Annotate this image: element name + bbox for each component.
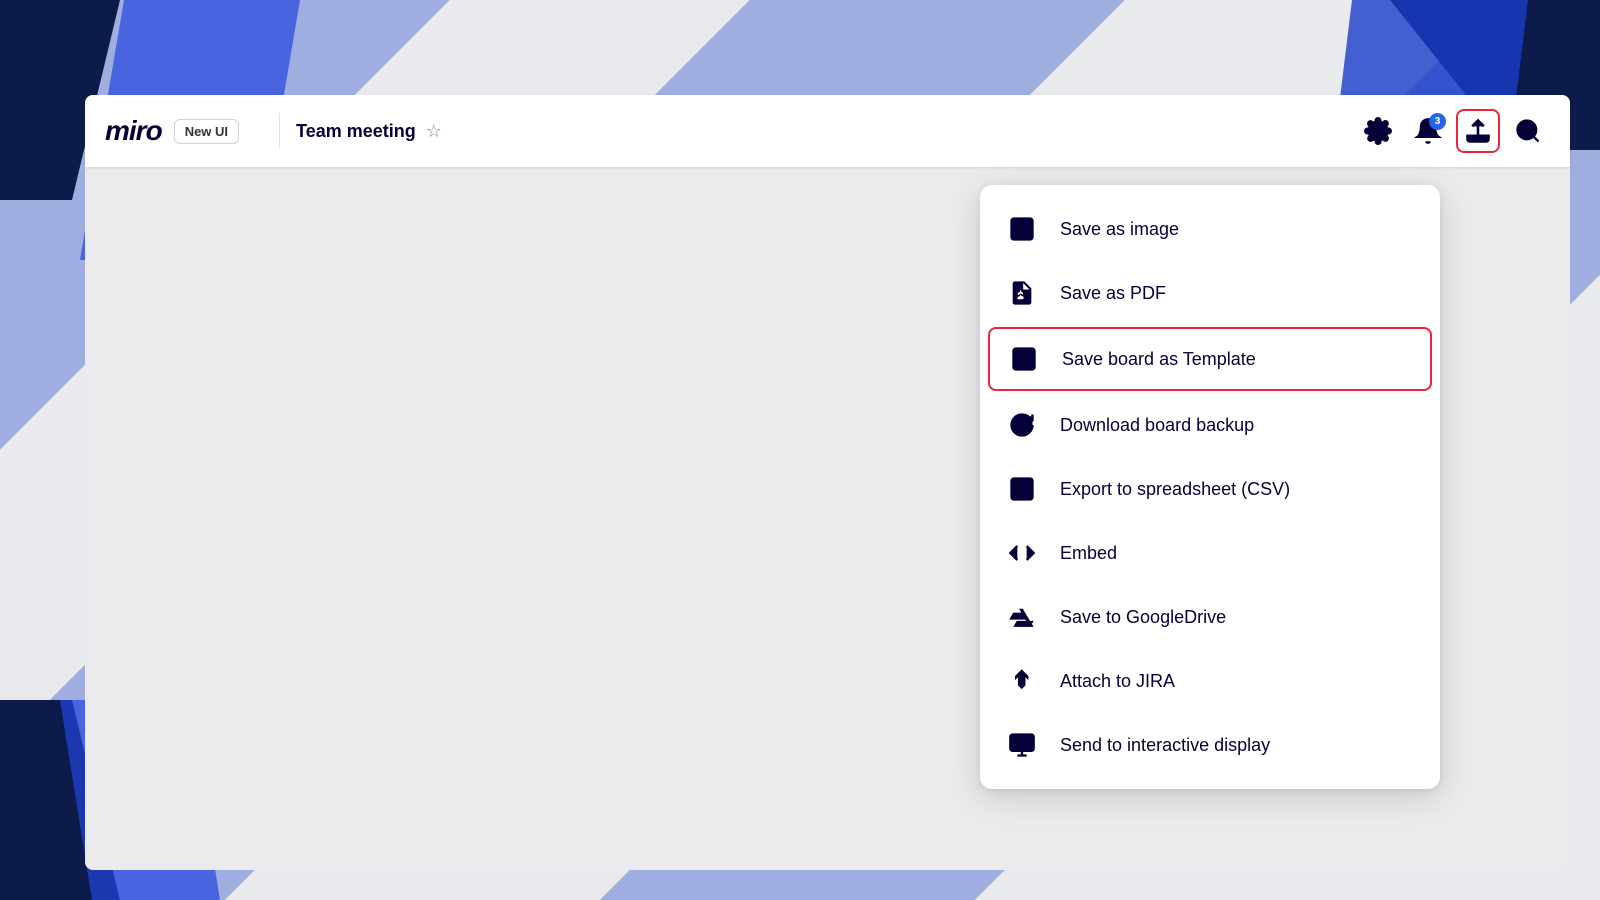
- menu-item-save-image[interactable]: Save as image: [980, 197, 1440, 261]
- menu-item-attach-jira[interactable]: Attach to JIRA: [980, 649, 1440, 713]
- settings-button[interactable]: [1356, 109, 1400, 153]
- miro-logo: miro: [105, 115, 162, 147]
- display-icon: [1004, 727, 1040, 763]
- topbar-icons: 3: [1356, 109, 1550, 153]
- menu-item-embed[interactable]: Embed: [980, 521, 1440, 585]
- menu-label-attach-jira: Attach to JIRA: [1060, 671, 1175, 692]
- export-button[interactable]: [1456, 109, 1500, 153]
- spreadsheet-icon: [1004, 471, 1040, 507]
- notification-badge: 3: [1429, 113, 1446, 130]
- menu-label-download-backup: Download board backup: [1060, 415, 1254, 436]
- jira-icon: [1004, 663, 1040, 699]
- board-title: Team meeting: [296, 121, 416, 142]
- pdf-icon: [1004, 275, 1040, 311]
- topbar: miro New UI Team meeting ☆ 3: [85, 95, 1570, 167]
- search-icon: [1514, 117, 1542, 145]
- menu-item-save-template[interactable]: Save board as Template: [988, 327, 1432, 391]
- menu-item-save-pdf[interactable]: Save as PDF: [980, 261, 1440, 325]
- export-dropdown: Save as image Save as PDF Save board as …: [980, 185, 1440, 789]
- menu-label-export-csv: Export to spreadsheet (CSV): [1060, 479, 1290, 500]
- logo-area: miro New UI: [105, 115, 239, 147]
- menu-label-interactive-display: Send to interactive display: [1060, 735, 1270, 756]
- menu-item-save-drive[interactable]: Save to GoogleDrive: [980, 585, 1440, 649]
- menu-label-embed: Embed: [1060, 543, 1117, 564]
- topbar-divider-1: [279, 113, 280, 149]
- image-icon: [1004, 211, 1040, 247]
- new-ui-badge[interactable]: New UI: [174, 119, 239, 144]
- menu-item-export-csv[interactable]: Export to spreadsheet (CSV): [980, 457, 1440, 521]
- template-icon: [1006, 341, 1042, 377]
- menu-label-save-pdf: Save as PDF: [1060, 283, 1166, 304]
- drive-icon: [1004, 599, 1040, 635]
- menu-label-save-image: Save as image: [1060, 219, 1179, 240]
- notifications-button[interactable]: 3: [1406, 109, 1450, 153]
- gear-icon: [1364, 117, 1392, 145]
- menu-label-save-drive: Save to GoogleDrive: [1060, 607, 1226, 628]
- backup-icon: [1004, 407, 1040, 443]
- menu-item-download-backup[interactable]: Download board backup: [980, 393, 1440, 457]
- menu-label-save-template: Save board as Template: [1062, 349, 1256, 370]
- search-button[interactable]: [1506, 109, 1550, 153]
- export-icon: [1464, 117, 1492, 145]
- star-icon[interactable]: ☆: [426, 121, 442, 142]
- menu-item-interactive-display[interactable]: Send to interactive display: [980, 713, 1440, 777]
- embed-icon: [1004, 535, 1040, 571]
